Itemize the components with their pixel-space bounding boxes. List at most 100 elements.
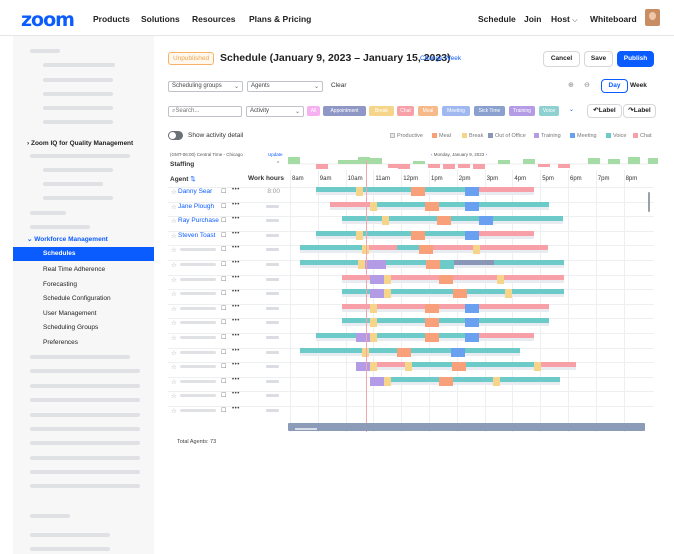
- shift-segment[interactable]: [391, 376, 439, 382]
- shift-segment[interactable]: [426, 260, 440, 269]
- chip-break[interactable]: Break: [369, 106, 394, 116]
- comment-icon[interactable]: ☐: [221, 246, 226, 253]
- nav-solutions[interactable]: Solutions: [141, 14, 180, 24]
- comment-icon[interactable]: ☐: [221, 363, 226, 370]
- sidebar-item-forecasting[interactable]: Forecasting: [43, 281, 77, 288]
- shift-segment[interactable]: [316, 230, 356, 236]
- shift-segment[interactable]: [425, 318, 439, 328]
- shift-segment[interactable]: [452, 362, 466, 372]
- shift-segment[interactable]: [504, 274, 564, 280]
- shift-segment[interactable]: [382, 216, 389, 226]
- chip-training[interactable]: Training: [509, 106, 535, 116]
- shift-segment[interactable]: [425, 303, 439, 313]
- sidebar-placeholder-item[interactable]: [43, 182, 103, 186]
- shift-segment[interactable]: [397, 347, 411, 357]
- sidebar-placeholder-item[interactable]: [30, 225, 90, 229]
- shift-segment[interactable]: [330, 201, 370, 207]
- sidebar-item-preferences[interactable]: Preferences: [43, 339, 78, 346]
- star-icon[interactable]: ☆: [171, 217, 177, 225]
- star-icon[interactable]: ☆: [171, 363, 177, 371]
- agent-name[interactable]: Jane Plough: [178, 203, 214, 210]
- sidebar-placeholder-item[interactable]: [30, 427, 140, 431]
- zoom-in-icon[interactable]: ⊕: [568, 81, 574, 89]
- shift-segment[interactable]: [493, 376, 500, 386]
- agent-name-placeholder[interactable]: [180, 350, 216, 354]
- shift-segment[interactable]: [454, 260, 494, 265]
- shift-segment[interactable]: [425, 333, 439, 342]
- agent-name-placeholder[interactable]: [180, 306, 216, 310]
- comment-icon[interactable]: ☐: [221, 203, 226, 210]
- sidebar-item-user-management[interactable]: User Management: [43, 310, 96, 317]
- sidebar-placeholder-item[interactable]: [30, 355, 130, 359]
- comment-icon[interactable]: ☐: [221, 188, 226, 195]
- sidebar-item-workforce-management[interactable]: ⌄ Workforce Management: [27, 235, 108, 243]
- scheduling-groups-select[interactable]: Scheduling groups ⌄: [168, 81, 243, 92]
- chip-voice[interactable]: Voice: [539, 106, 559, 116]
- shift-segment[interactable]: [397, 245, 419, 251]
- chip-meal[interactable]: Meal: [418, 106, 438, 116]
- shift-segment[interactable]: [389, 216, 437, 222]
- change-week-link[interactable]: Change Week: [420, 55, 461, 62]
- shift-segment[interactable]: [370, 362, 377, 372]
- sidebar-placeholder-item[interactable]: [30, 398, 140, 402]
- shift-segment[interactable]: [500, 376, 560, 382]
- sidebar-placeholder-item[interactable]: [43, 120, 113, 124]
- sidebar-placeholder-item[interactable]: [30, 456, 140, 460]
- more-options-icon[interactable]: •••: [232, 231, 240, 237]
- agent-name-placeholder[interactable]: [180, 379, 216, 383]
- shift-segment[interactable]: [370, 274, 384, 284]
- shift-segment[interactable]: [369, 245, 397, 251]
- shift-segment[interactable]: [433, 245, 473, 251]
- clear-button[interactable]: Clear: [331, 82, 347, 89]
- shift-segment[interactable]: [467, 289, 505, 295]
- sidebar-placeholder-item[interactable]: [43, 168, 113, 172]
- shift-segment[interactable]: [479, 187, 534, 192]
- sidebar-placeholder-item[interactable]: [30, 514, 70, 518]
- more-options-icon[interactable]: •••: [232, 216, 240, 222]
- shift-segment[interactable]: [479, 303, 549, 309]
- chip-all[interactable]: All: [307, 106, 320, 116]
- shift-segment[interactable]: [465, 201, 479, 211]
- agent-name-placeholder[interactable]: [180, 365, 216, 369]
- activity-detail-toggle[interactable]: [168, 131, 183, 140]
- shift-segment[interactable]: [356, 333, 370, 342]
- shift-segment[interactable]: [479, 230, 534, 236]
- shift-segment[interactable]: [316, 187, 356, 192]
- comment-icon[interactable]: ☐: [221, 217, 226, 224]
- shift-segment[interactable]: [370, 318, 377, 328]
- comment-icon[interactable]: ☐: [221, 276, 226, 283]
- sidebar-placeholder-item[interactable]: [43, 106, 113, 110]
- shift-segment[interactable]: [377, 201, 425, 207]
- more-options-icon[interactable]: •••: [232, 333, 240, 339]
- nav-plans-pricing[interactable]: Plans & Pricing: [249, 14, 311, 24]
- more-options-icon[interactable]: •••: [232, 304, 240, 310]
- shift-segment[interactable]: [300, 347, 362, 353]
- star-icon[interactable]: ☆: [171, 246, 177, 254]
- chip-sick-time[interactable]: Sick Time: [474, 106, 505, 116]
- sidebar-placeholder-item[interactable]: [30, 211, 66, 215]
- zoom-logo[interactable]: zoom: [21, 9, 75, 31]
- publish-button[interactable]: Publish: [617, 51, 654, 67]
- nav-whiteboard[interactable]: Whiteboard: [590, 14, 637, 24]
- star-icon[interactable]: ☆: [171, 378, 177, 386]
- comment-icon[interactable]: ☐: [221, 378, 226, 385]
- comment-icon[interactable]: ☐: [221, 290, 226, 297]
- shift-segment[interactable]: [356, 187, 363, 196]
- more-options-icon[interactable]: •••: [232, 260, 240, 266]
- comment-icon[interactable]: ☐: [221, 261, 226, 268]
- shift-segment[interactable]: [439, 303, 465, 309]
- redo-label-button[interactable]: ↷Label: [623, 104, 656, 118]
- shift-segment[interactable]: [356, 230, 363, 240]
- shift-segment[interactable]: [377, 333, 425, 338]
- sidebar-placeholder-item[interactable]: [30, 49, 60, 53]
- sidebar-placeholder-item[interactable]: [30, 154, 130, 158]
- shift-segment[interactable]: [479, 318, 549, 324]
- sidebar-placeholder-item[interactable]: [30, 369, 140, 373]
- shift-segment[interactable]: [372, 260, 386, 269]
- shift-segment[interactable]: [451, 216, 479, 222]
- sidebar-placeholder-item[interactable]: [43, 196, 113, 200]
- horizontal-scrollbar[interactable]: [288, 423, 645, 431]
- nav-products[interactable]: Products: [93, 14, 130, 24]
- shift-segment[interactable]: [425, 187, 465, 192]
- shift-segment[interactable]: [356, 362, 370, 372]
